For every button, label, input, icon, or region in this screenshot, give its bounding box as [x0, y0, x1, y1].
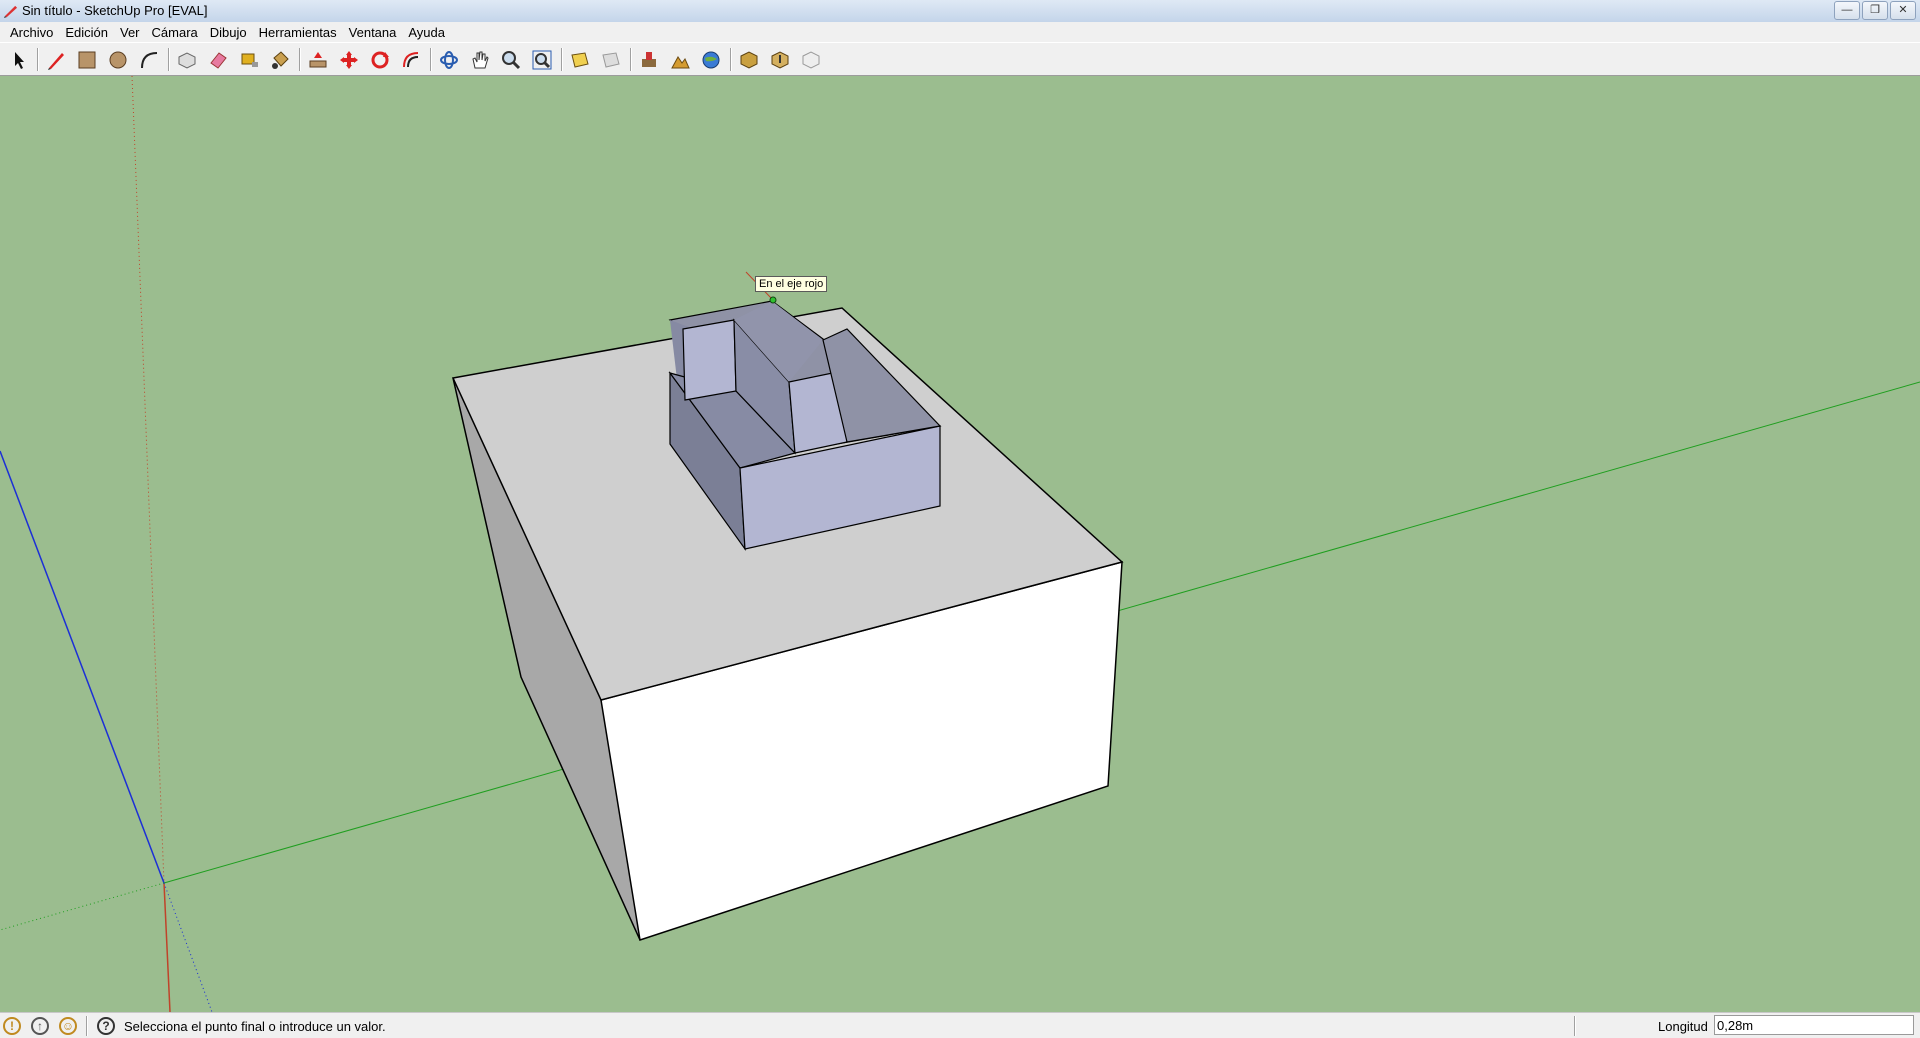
credits-icon[interactable]: ↑: [31, 1017, 49, 1035]
object-backrest-front: [682, 319, 737, 401]
status-bar: ! ↑ ☺ ? Selecciona el punto final o intr…: [0, 1012, 1920, 1038]
scene-canvas: [0, 76, 1920, 1012]
tape-measure-icon[interactable]: [236, 47, 262, 72]
toggle-terrain-icon[interactable]: [667, 47, 693, 72]
geo-location-icon[interactable]: !: [3, 1017, 21, 1035]
measurements-label: Longitud: [1658, 1019, 1708, 1034]
minimize-button[interactable]: —: [1834, 1, 1860, 20]
offset-icon[interactable]: [398, 47, 424, 72]
toolbar: [0, 42, 1920, 76]
menu-ayuda[interactable]: Ayuda: [402, 25, 451, 40]
menu-archivo[interactable]: Archivo: [4, 25, 59, 40]
paint-bucket-icon[interactable]: [267, 47, 293, 72]
line-tool-icon[interactable]: [43, 47, 69, 72]
menu-camara[interactable]: Cámara: [146, 25, 204, 40]
zoom-extents-icon[interactable]: [529, 47, 555, 72]
status-message: Selecciona el punto final o introduce un…: [124, 1019, 386, 1034]
add-location-icon[interactable]: [636, 47, 662, 72]
inference-point: [769, 296, 777, 304]
measurements-input[interactable]: 0,28m: [1714, 1015, 1914, 1035]
menu-ventana[interactable]: Ventana: [343, 25, 403, 40]
user-icon[interactable]: ☺: [59, 1017, 77, 1035]
maximize-button[interactable]: ❐: [1862, 1, 1888, 20]
next-view-icon[interactable]: [598, 47, 624, 72]
orbit-icon[interactable]: [436, 47, 462, 72]
google-earth-icon[interactable]: [698, 47, 724, 72]
eraser-icon[interactable]: [205, 47, 231, 72]
circle-tool-icon[interactable]: [105, 47, 131, 72]
arc-tool-icon[interactable]: [136, 47, 162, 72]
sketchup-app-icon: [3, 5, 18, 18]
menu-bar: Archivo Edición Ver Cámara Dibujo Herram…: [0, 22, 1920, 42]
menu-dibujo[interactable]: Dibujo: [204, 25, 253, 40]
pan-icon[interactable]: [467, 47, 493, 72]
close-button[interactable]: ✕: [1890, 1, 1916, 20]
window-title: Sin título - SketchUp Pro [EVAL]: [22, 3, 208, 18]
title-bar: Sin título - SketchUp Pro [EVAL] — ❐ ✕: [0, 0, 1920, 23]
share-model-icon[interactable]: [767, 47, 793, 72]
rectangle-tool-icon[interactable]: [74, 47, 100, 72]
make-component-icon[interactable]: [174, 47, 200, 72]
menu-edicion[interactable]: Edición: [59, 25, 114, 40]
share-component-icon[interactable]: [798, 47, 824, 72]
rotate-icon[interactable]: [367, 47, 393, 72]
zoom-icon[interactable]: [498, 47, 524, 72]
get-models-icon[interactable]: [736, 47, 762, 72]
help-icon[interactable]: ?: [97, 1017, 115, 1035]
move-icon[interactable]: [336, 47, 362, 72]
select-tool-icon[interactable]: [7, 47, 33, 72]
menu-herramientas[interactable]: Herramientas: [253, 25, 343, 40]
previous-view-icon[interactable]: [567, 47, 593, 72]
push-pull-icon[interactable]: [305, 47, 331, 72]
menu-ver[interactable]: Ver: [114, 25, 146, 40]
inference-tooltip: En el eje rojo: [755, 276, 828, 292]
modeling-viewport[interactable]: En el eje rojo: [0, 76, 1920, 1012]
